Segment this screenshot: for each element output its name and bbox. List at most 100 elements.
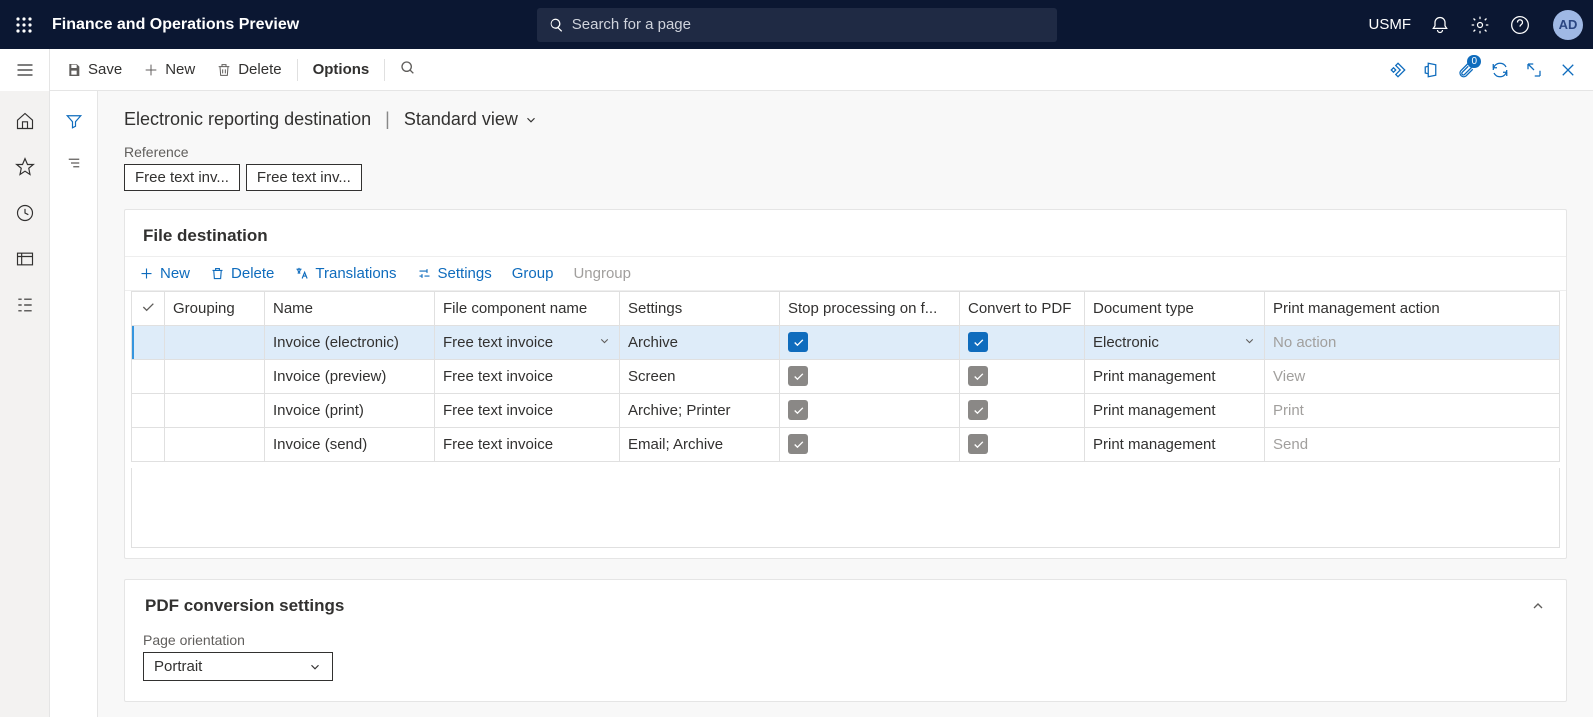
- table-row[interactable]: Invoice (send)Free text invoiceEmail; Ar…: [132, 428, 1560, 462]
- checkbox-icon[interactable]: [968, 400, 988, 420]
- workspaces-icon[interactable]: [13, 247, 37, 271]
- office-icon[interactable]: [1423, 61, 1441, 79]
- cell-name[interactable]: Invoice (electronic): [265, 326, 435, 360]
- col-convert[interactable]: Convert to PDF: [960, 292, 1085, 326]
- filter-icon[interactable]: [62, 109, 86, 133]
- cell-convert[interactable]: [960, 428, 1085, 462]
- legal-entity[interactable]: USMF: [1369, 16, 1412, 33]
- view-selector[interactable]: Standard view: [404, 109, 538, 130]
- table-row[interactable]: Invoice (preview)Free text invoiceScreen…: [132, 360, 1560, 394]
- col-stop[interactable]: Stop processing on f...: [780, 292, 960, 326]
- select-all-header[interactable]: [132, 292, 165, 326]
- nav-toggle-icon[interactable]: [0, 49, 50, 91]
- pdf-settings-title: PDF conversion settings: [145, 596, 344, 616]
- search-input[interactable]: [572, 16, 1045, 33]
- cell-grouping[interactable]: [165, 326, 265, 360]
- cell-doctype[interactable]: Print management: [1085, 394, 1265, 428]
- user-avatar[interactable]: AD: [1553, 10, 1583, 40]
- checkbox-icon[interactable]: [788, 434, 808, 454]
- checkbox-icon[interactable]: [788, 332, 808, 352]
- cell-settings[interactable]: Archive; Printer: [620, 394, 780, 428]
- recent-icon[interactable]: [13, 201, 37, 225]
- checkbox-icon[interactable]: [968, 332, 988, 352]
- cell-convert[interactable]: [960, 360, 1085, 394]
- cell-settings[interactable]: Screen: [620, 360, 780, 394]
- col-name[interactable]: Name: [265, 292, 435, 326]
- save-button[interactable]: Save: [56, 55, 132, 84]
- cell-pm-action[interactable]: Send: [1265, 428, 1560, 462]
- cell-stop[interactable]: [780, 394, 960, 428]
- notifications-icon[interactable]: [1429, 14, 1451, 36]
- checkbox-icon[interactable]: [788, 366, 808, 386]
- attachments-icon[interactable]: 0: [1457, 61, 1475, 79]
- orientation-select[interactable]: Portrait: [143, 652, 333, 681]
- table-row[interactable]: Invoice (electronic)Free text invoiceArc…: [132, 326, 1560, 360]
- grid-group-button[interactable]: Group: [512, 265, 554, 282]
- cell-pm-action[interactable]: Print: [1265, 394, 1560, 428]
- cell-file-component[interactable]: Free text invoice: [435, 394, 620, 428]
- cell-pm-action[interactable]: View: [1265, 360, 1560, 394]
- col-pm-action[interactable]: Print management action: [1265, 292, 1560, 326]
- diamond-icon[interactable]: [1389, 61, 1407, 79]
- cell-convert[interactable]: [960, 394, 1085, 428]
- col-file-component[interactable]: File component name: [435, 292, 620, 326]
- cell-file-component[interactable]: Free text invoice: [435, 428, 620, 462]
- cell-name[interactable]: Invoice (send): [265, 428, 435, 462]
- chevron-down-icon: [1243, 334, 1256, 351]
- cell-grouping[interactable]: [165, 428, 265, 462]
- grid-translations-button[interactable]: Translations: [294, 265, 396, 282]
- row-selector[interactable]: [132, 360, 165, 394]
- global-search[interactable]: [537, 8, 1057, 42]
- cell-doctype[interactable]: Electronic: [1085, 326, 1265, 360]
- row-selector[interactable]: [132, 428, 165, 462]
- cell-name[interactable]: Invoice (print): [265, 394, 435, 428]
- page-search-icon[interactable]: [390, 54, 426, 85]
- cell-file-component[interactable]: Free text invoice: [435, 326, 620, 360]
- cell-pm-action[interactable]: No action: [1265, 326, 1560, 360]
- reference-field2[interactable]: Free text inv...: [246, 164, 362, 191]
- help-icon[interactable]: [1509, 14, 1531, 36]
- row-selector[interactable]: [132, 326, 165, 360]
- pdf-settings-header[interactable]: PDF conversion settings: [125, 580, 1566, 632]
- grid-settings-button[interactable]: Settings: [417, 265, 492, 282]
- cell-doctype[interactable]: Print management: [1085, 428, 1265, 462]
- checkbox-icon[interactable]: [968, 434, 988, 454]
- cell-file-component[interactable]: Free text invoice: [435, 360, 620, 394]
- table-row[interactable]: Invoice (print)Free text invoiceArchive;…: [132, 394, 1560, 428]
- reference-field[interactable]: Free text inv...: [124, 164, 240, 191]
- modules-icon[interactable]: [13, 293, 37, 317]
- home-icon[interactable]: [13, 109, 37, 133]
- cell-stop[interactable]: [780, 428, 960, 462]
- cell-settings[interactable]: Archive: [620, 326, 780, 360]
- new-button[interactable]: New: [133, 55, 205, 84]
- cell-settings[interactable]: Email; Archive: [620, 428, 780, 462]
- main-content: Electronic reporting destination | Stand…: [98, 91, 1593, 717]
- row-selector[interactable]: [132, 394, 165, 428]
- col-grouping[interactable]: Grouping: [165, 292, 265, 326]
- app-title: Finance and Operations Preview: [52, 16, 299, 34]
- cell-convert[interactable]: [960, 326, 1085, 360]
- settings-icon[interactable]: [1469, 14, 1491, 36]
- reference-label: Reference: [124, 144, 1567, 160]
- col-settings[interactable]: Settings: [620, 292, 780, 326]
- cell-grouping[interactable]: [165, 360, 265, 394]
- grid-delete-button[interactable]: Delete: [210, 265, 274, 282]
- col-doctype[interactable]: Document type: [1085, 292, 1265, 326]
- options-tab[interactable]: Options: [303, 55, 380, 84]
- close-icon[interactable]: [1559, 61, 1577, 79]
- app-launcher-icon[interactable]: [10, 11, 38, 39]
- cell-stop[interactable]: [780, 360, 960, 394]
- delete-label: Delete: [238, 61, 281, 78]
- checkbox-icon[interactable]: [968, 366, 988, 386]
- refresh-icon[interactable]: [1491, 61, 1509, 79]
- popout-icon[interactable]: [1525, 61, 1543, 79]
- delete-button[interactable]: Delete: [206, 55, 291, 84]
- cell-stop[interactable]: [780, 326, 960, 360]
- grid-new-button[interactable]: New: [139, 265, 190, 282]
- cell-doctype[interactable]: Print management: [1085, 360, 1265, 394]
- checkbox-icon[interactable]: [788, 400, 808, 420]
- cell-grouping[interactable]: [165, 394, 265, 428]
- cell-name[interactable]: Invoice (preview): [265, 360, 435, 394]
- favorites-icon[interactable]: [13, 155, 37, 179]
- related-icon[interactable]: [62, 151, 86, 175]
